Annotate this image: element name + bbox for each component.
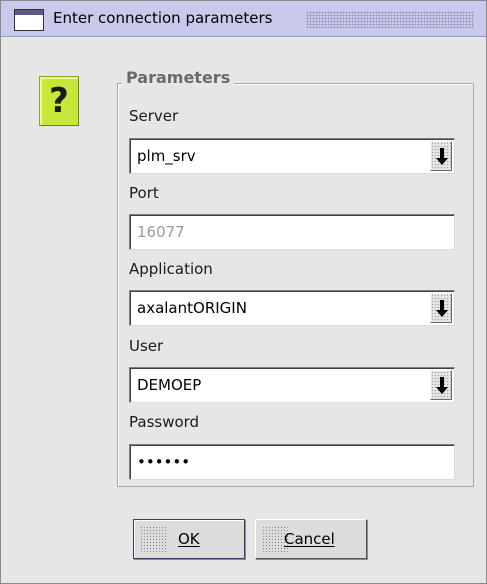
port-value: 16077: [137, 223, 185, 241]
application-label: Application: [129, 260, 213, 278]
window-title: Enter connection parameters: [53, 9, 273, 27]
chevron-down-icon: [436, 387, 448, 394]
title-bar-grip[interactable]: [306, 11, 474, 28]
connection-dialog: Enter connection parameters ? Parameters…: [0, 0, 487, 584]
cancel-button[interactable]: Cancel: [255, 519, 367, 559]
user-dropdown-button[interactable]: [430, 370, 452, 400]
server-combobox[interactable]: plm_srv: [129, 138, 455, 174]
chevron-down-icon: [436, 310, 448, 317]
question-mark-icon: ?: [39, 76, 79, 126]
dropdown-bar-icon: [440, 148, 444, 158]
port-field[interactable]: 16077: [129, 214, 455, 250]
cancel-button-label: Cancel: [284, 530, 335, 548]
button-texture: [140, 526, 166, 554]
password-label: Password: [129, 413, 200, 431]
ok-button-label: OK: [178, 530, 200, 548]
dropdown-bar-icon: [440, 300, 444, 310]
server-value: plm_srv: [137, 147, 196, 165]
user-combobox[interactable]: DEMOEP: [129, 367, 455, 403]
application-dropdown-button[interactable]: [430, 293, 452, 323]
title-bar[interactable]: Enter connection parameters: [1, 1, 486, 37]
window-icon: [14, 9, 44, 31]
dropdown-bar-icon: [440, 377, 444, 387]
chevron-down-icon: [436, 158, 448, 165]
application-combobox[interactable]: axalantORIGIN: [129, 290, 455, 326]
ok-button[interactable]: OK: [133, 519, 245, 559]
password-value: ••••••: [137, 453, 191, 471]
user-label: User: [129, 337, 164, 355]
parameters-legend: Parameters: [122, 68, 235, 87]
port-label: Port: [129, 184, 159, 202]
application-value: axalantORIGIN: [137, 299, 247, 317]
server-dropdown-button[interactable]: [430, 141, 452, 171]
server-label: Server: [129, 107, 179, 125]
user-value: DEMOEP: [137, 376, 202, 394]
password-field[interactable]: ••••••: [129, 444, 455, 480]
